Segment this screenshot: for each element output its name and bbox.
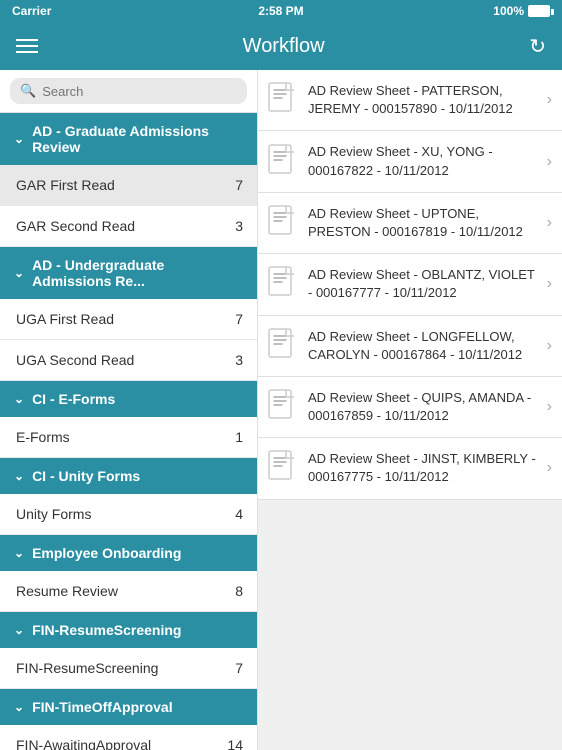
sidebar-item-gar-second-read[interactable]: GAR Second Read 3: [0, 206, 257, 247]
list-item[interactable]: AD Review Sheet - QUIPS, AMANDA - 000167…: [258, 377, 562, 438]
document-icon: [268, 450, 298, 486]
sidebar-item-count: 1: [235, 429, 243, 445]
list-item[interactable]: AD Review Sheet - XU, YONG - 000167822 -…: [258, 131, 562, 192]
sidebar-item-label: FIN-AwaitingApproval: [16, 737, 151, 750]
chevron-down-icon: ⌄: [14, 392, 24, 406]
list-item-text: AD Review Sheet - JINST, KIMBERLY - 0001…: [308, 450, 537, 486]
time-label: 2:58 PM: [258, 4, 303, 18]
list-item[interactable]: AD Review Sheet - PATTERSON, JEREMY - 00…: [258, 70, 562, 131]
document-icon: [268, 205, 298, 241]
chevron-right-icon: ›: [547, 398, 552, 416]
list-item[interactable]: AD Review Sheet - LONGFELLOW, CAROLYN - …: [258, 316, 562, 377]
document-icon: [268, 144, 298, 180]
search-input-wrap[interactable]: 🔍: [10, 78, 247, 104]
list-item[interactable]: AD Review Sheet - JINST, KIMBERLY - 0001…: [258, 438, 562, 499]
section-label: FIN-TimeOffApproval: [32, 699, 173, 715]
chevron-right-icon: ›: [547, 459, 552, 477]
sidebar-item-label: UGA First Read: [16, 311, 114, 327]
sidebar-item-gar-first-read[interactable]: GAR First Read 7: [0, 165, 257, 206]
section-employee-onboarding[interactable]: ⌄ Employee Onboarding: [0, 535, 257, 571]
sidebar-item-count: 4: [235, 506, 243, 522]
sidebar-item-label: E-Forms: [16, 429, 70, 445]
sidebar-item-count: 14: [227, 737, 243, 750]
list-item-text: AD Review Sheet - OBLANTZ, VIOLET - 0001…: [308, 266, 537, 302]
main-content: 🔍 ⌄ AD - Graduate Admissions Review GAR …: [0, 70, 562, 750]
chevron-right-icon: ›: [547, 153, 552, 171]
sidebar-item-label: GAR Second Read: [16, 218, 135, 234]
document-icon: [268, 266, 298, 302]
section-label: AD - Undergraduate Admissions Re...: [32, 257, 243, 289]
sidebar-item-resume-review[interactable]: Resume Review 8: [0, 571, 257, 612]
list-item-text: AD Review Sheet - QUIPS, AMANDA - 000167…: [308, 389, 537, 425]
menu-button[interactable]: [16, 39, 38, 53]
sidebar-item-uga-first-read[interactable]: UGA First Read 7: [0, 299, 257, 340]
chevron-down-icon: ⌄: [14, 546, 24, 560]
chevron-right-icon: ›: [547, 91, 552, 109]
chevron-down-icon: ⌄: [14, 623, 24, 637]
section-fin-timeoff[interactable]: ⌄ FIN-TimeOffApproval: [0, 689, 257, 725]
list-item-text: AD Review Sheet - UPTONE, PRESTON - 0001…: [308, 205, 537, 241]
document-icon: [268, 328, 298, 364]
chevron-right-icon: ›: [547, 337, 552, 355]
search-bar: 🔍: [0, 70, 257, 113]
sidebar-item-count: 3: [235, 218, 243, 234]
sidebar-item-count: 7: [235, 311, 243, 327]
sidebar-item-fin-resumescreening[interactable]: FIN-ResumeScreening 7: [0, 648, 257, 689]
sidebar-item-label: UGA Second Read: [16, 352, 134, 368]
chevron-down-icon: ⌄: [14, 266, 24, 280]
sidebar-item-fin-awaitingapproval[interactable]: FIN-AwaitingApproval 14: [0, 725, 257, 750]
list-item-text: AD Review Sheet - LONGFELLOW, CAROLYN - …: [308, 328, 537, 364]
section-label: CI - E-Forms: [32, 391, 115, 407]
sidebar-item-count: 3: [235, 352, 243, 368]
search-icon: 🔍: [20, 83, 36, 99]
document-icon: [268, 389, 298, 425]
page-title: Workflow: [243, 35, 325, 58]
status-bar-right: 100%: [493, 4, 550, 18]
section-fin-resume[interactable]: ⌄ FIN-ResumeScreening: [0, 612, 257, 648]
list-item[interactable]: AD Review Sheet - OBLANTZ, VIOLET - 0001…: [258, 254, 562, 315]
section-ad-undergrad[interactable]: ⌄ AD - Undergraduate Admissions Re...: [0, 247, 257, 299]
sidebar-item-uga-second-read[interactable]: UGA Second Read 3: [0, 340, 257, 381]
search-input[interactable]: [42, 84, 237, 99]
status-bar: Carrier 2:58 PM 100%: [0, 0, 562, 22]
chevron-right-icon: ›: [547, 214, 552, 232]
list-item-text: AD Review Sheet - PATTERSON, JEREMY - 00…: [308, 82, 537, 118]
document-icon: [268, 82, 298, 118]
section-ci-unity[interactable]: ⌄ CI - Unity Forms: [0, 458, 257, 494]
battery-icon: [528, 5, 550, 17]
sidebar-item-label: Resume Review: [16, 583, 118, 599]
carrier-label: Carrier: [12, 4, 51, 18]
list-item[interactable]: AD Review Sheet - UPTONE, PRESTON - 0001…: [258, 193, 562, 254]
sidebar-item-count: 7: [235, 177, 243, 193]
sidebar-item-unity-forms[interactable]: Unity Forms 4: [0, 494, 257, 535]
sidebar-item-count: 8: [235, 583, 243, 599]
section-ci-eforms[interactable]: ⌄ CI - E-Forms: [0, 381, 257, 417]
sidebar-item-label: GAR First Read: [16, 177, 115, 193]
section-label: Employee Onboarding: [32, 545, 181, 561]
header: Workflow ↻: [0, 22, 562, 70]
list-item-text: AD Review Sheet - XU, YONG - 000167822 -…: [308, 143, 537, 179]
section-label: AD - Graduate Admissions Review: [32, 123, 243, 155]
chevron-down-icon: ⌄: [14, 132, 24, 146]
section-label: FIN-ResumeScreening: [32, 622, 181, 638]
refresh-icon[interactable]: ↻: [529, 34, 546, 59]
sidebar-item-label: Unity Forms: [16, 506, 91, 522]
chevron-down-icon: ⌄: [14, 469, 24, 483]
chevron-right-icon: ›: [547, 275, 552, 293]
sidebar-item-count: 7: [235, 660, 243, 676]
section-ad-grad[interactable]: ⌄ AD - Graduate Admissions Review: [0, 113, 257, 165]
battery-label: 100%: [493, 4, 524, 18]
section-label: CI - Unity Forms: [32, 468, 140, 484]
sidebar: 🔍 ⌄ AD - Graduate Admissions Review GAR …: [0, 70, 258, 750]
sidebar-item-label: FIN-ResumeScreening: [16, 660, 158, 676]
sidebar-item-eforms[interactable]: E-Forms 1: [0, 417, 257, 458]
chevron-down-icon: ⌄: [14, 700, 24, 714]
right-panel: AD Review Sheet - PATTERSON, JEREMY - 00…: [258, 70, 562, 750]
